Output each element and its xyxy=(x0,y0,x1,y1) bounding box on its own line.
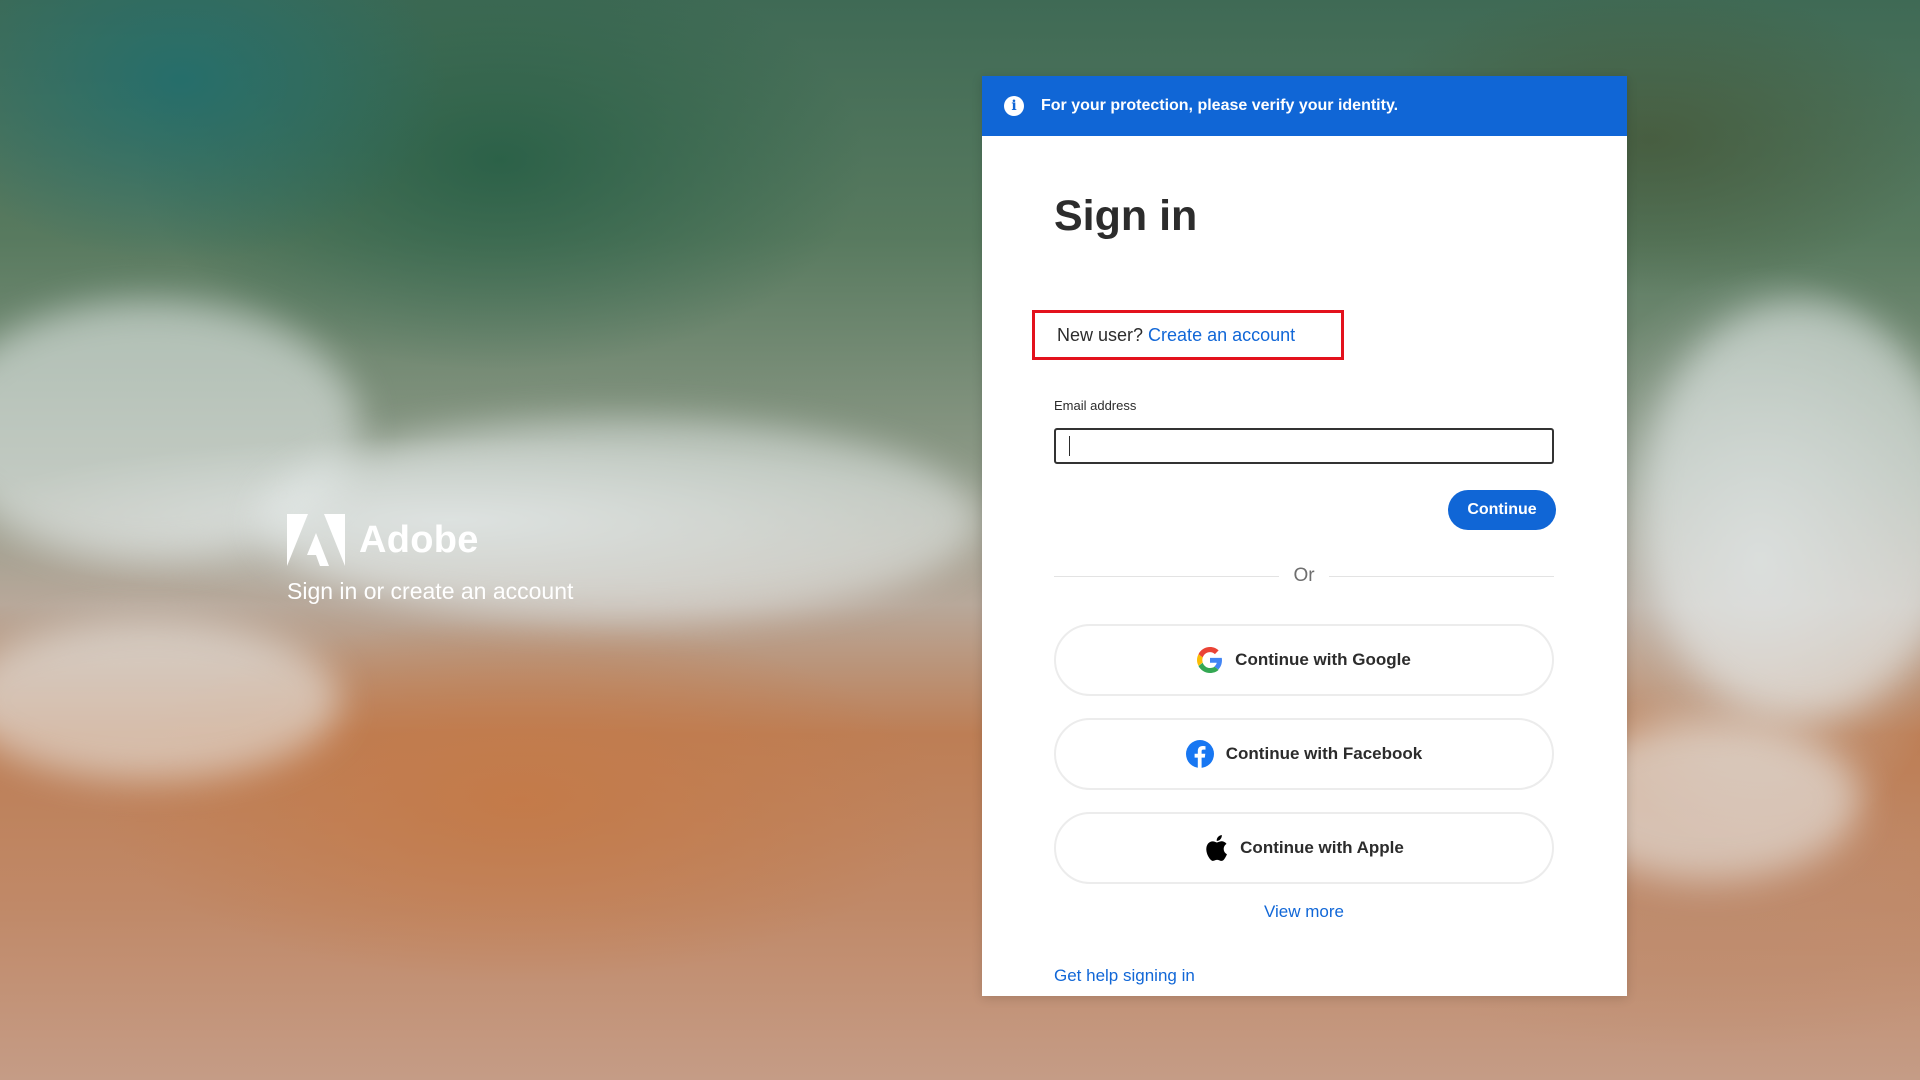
brand-tagline: Sign in or create an account xyxy=(287,578,574,604)
facebook-button-label: Continue with Facebook xyxy=(1225,744,1423,763)
new-user-prompt-highlight: New user? Create an account xyxy=(1032,310,1344,360)
continue-button[interactable]: Continue xyxy=(1448,490,1556,530)
email-field[interactable] xyxy=(1054,428,1554,464)
banner-text: For your protection, please verify your … xyxy=(1041,97,1399,114)
get-help-link[interactable]: Get help signing in xyxy=(1054,966,1195,986)
info-icon: i xyxy=(1004,96,1024,116)
google-button-label: Continue with Google xyxy=(1235,650,1411,669)
divider-text: Or xyxy=(1293,565,1315,586)
apple-icon xyxy=(1206,835,1228,861)
facebook-icon xyxy=(1185,740,1214,768)
google-icon xyxy=(1197,647,1223,673)
adobe-logo-icon xyxy=(287,514,345,566)
background: Adobe Sign in or create an account i For… xyxy=(0,0,1920,1080)
surf-decoration xyxy=(0,620,340,780)
text-caret xyxy=(1069,436,1070,456)
continue-with-facebook-button[interactable]: Continue with Facebook xyxy=(1054,718,1554,790)
brand-row: Adobe xyxy=(287,514,573,566)
continue-with-apple-button[interactable]: Continue with Apple xyxy=(1054,812,1554,884)
apple-button-label: Continue with Apple xyxy=(1240,838,1404,857)
divider-line xyxy=(1054,575,1280,577)
email-label: Email address xyxy=(1054,398,1137,413)
surf-decoration xyxy=(1640,300,1920,720)
brand-block: Adobe Sign in or create an account xyxy=(287,514,573,605)
new-user-label: New user? xyxy=(1057,324,1144,345)
view-more-link[interactable]: View more xyxy=(1054,902,1554,922)
or-divider: Or xyxy=(1054,564,1555,588)
create-account-link[interactable]: Create an account xyxy=(1148,325,1295,346)
page-title: Sign in xyxy=(1054,192,1198,240)
signin-card: i For your protection, please verify you… xyxy=(982,76,1627,996)
brand-name: Adobe xyxy=(359,518,479,561)
divider-line xyxy=(1328,575,1555,577)
verification-banner: i For your protection, please verify you… xyxy=(982,76,1627,136)
continue-with-google-button[interactable]: Continue with Google xyxy=(1054,624,1554,696)
